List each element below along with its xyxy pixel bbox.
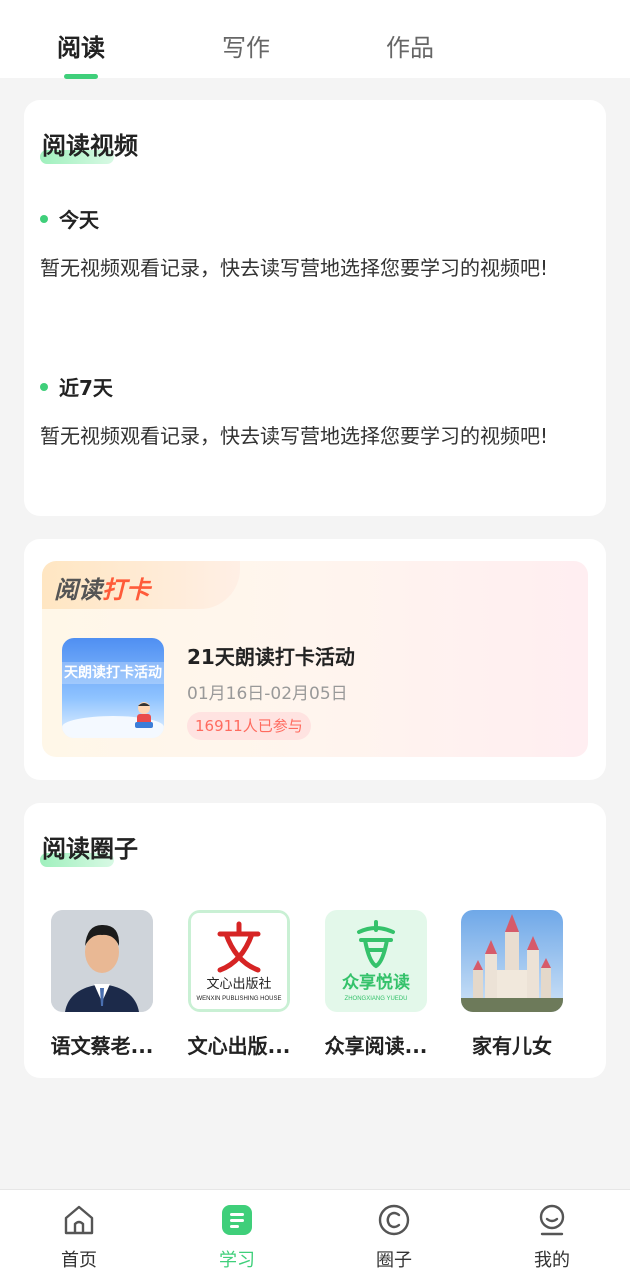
checkin-tag-text: 阅读打卡 [54, 570, 150, 605]
bullet-dot [40, 382, 48, 391]
study-icon [222, 1205, 252, 1235]
tab-writing[interactable]: 写作 [222, 28, 270, 63]
bullet-dot [40, 214, 48, 223]
group-header-today: 今天 [40, 204, 99, 233]
nav-study[interactable]: 学习 [197, 1202, 277, 1272]
reading-circle-card: 阅读圈子 语文蔡老... 文心出版社 WENXIN PUBLISHING HOU… [24, 803, 606, 1078]
home-icon [64, 1205, 94, 1235]
svg-text:WENXIN PUBLISHING HOUSE: WENXIN PUBLISHING HOUSE [196, 996, 281, 1002]
bottom-nav: 首页 学习 圈子 我的 [0, 1189, 630, 1280]
tab-works[interactable]: 作品 [386, 28, 434, 63]
tab-reading-label: 阅读 [57, 34, 105, 62]
activity-date-range: 01月16日-02月05日 [187, 684, 348, 704]
circle-item[interactable]: 文心出版社 WENXIN PUBLISHING HOUSE 文心出版... [188, 910, 290, 1058]
circle-name: 语文蔡老... [50, 1034, 154, 1058]
circle-name: 文心出版... [187, 1034, 291, 1058]
svg-text:文心出版社: 文心出版社 [206, 976, 271, 991]
group-label: 今天 [59, 208, 99, 232]
nav-circle[interactable]: 圈子 [354, 1202, 434, 1272]
nav-label: 学习 [219, 1250, 255, 1271]
group-label: 近7天 [59, 376, 113, 400]
checkin-tag: 阅读打卡 [42, 561, 240, 609]
checkin-tag-part2: 打卡 [102, 576, 150, 604]
person-avatar-icon [51, 910, 153, 1012]
svg-text:众享悦读: 众享悦读 [342, 972, 410, 993]
profile-icon [539, 1204, 565, 1236]
thumbnail-banner: 天朗读打卡活动 [62, 662, 164, 684]
section-title: 阅读视频 [42, 132, 138, 160]
top-tab-bar: 阅读 写作 作品 [0, 0, 630, 79]
activity-title: 21天朗读打卡活动 [187, 645, 355, 669]
castle-image-icon [461, 910, 563, 1012]
tab-works-label: 作品 [386, 34, 434, 62]
reading-video-card: 阅读视频 今天 暂无视频观看记录，快去读写营地选择您要学习的视频吧! 近7天 暂… [24, 100, 606, 516]
participant-count-badge: 16911人已参与 [187, 712, 311, 740]
empty-state-text: 暂无视频观看记录，快去读写营地选择您要学习的视频吧! [40, 424, 549, 448]
group-header-7days: 近7天 [40, 372, 113, 401]
child-reading-icon [135, 702, 153, 728]
nav-label: 圈子 [376, 1250, 412, 1271]
nav-home[interactable]: 首页 [39, 1202, 119, 1272]
circle-item[interactable]: 语文蔡老... [51, 910, 153, 1058]
circle-item[interactable]: 众享悦读 ZHONGXIANG YUEDU 众享阅读... [325, 910, 427, 1058]
circle-icon [378, 1204, 410, 1236]
active-tab-indicator [64, 74, 98, 79]
checkin-activity[interactable]: 阅读打卡 天朗读打卡活动 21天朗读打卡活动 01月16日-02月05日 169… [42, 561, 588, 757]
section-title: 阅读圈子 [42, 835, 138, 863]
svg-text:ZHONGXIANG YUEDU: ZHONGXIANG YUEDU [345, 996, 408, 1002]
tab-reading[interactable]: 阅读 [57, 28, 105, 79]
wenxin-publishing-logo-icon: 文心出版社 WENXIN PUBLISHING HOUSE [188, 910, 290, 1012]
zhongxiang-yuedu-logo-icon: 众享悦读 ZHONGXIANG YUEDU [325, 910, 427, 1012]
checkin-tag-part1: 阅读 [54, 576, 102, 604]
tab-writing-label: 写作 [222, 34, 270, 62]
nav-label: 首页 [61, 1250, 97, 1271]
activity-thumbnail: 天朗读打卡活动 [62, 638, 164, 738]
nav-label: 我的 [534, 1250, 570, 1271]
nav-profile[interactable]: 我的 [512, 1202, 592, 1272]
circle-item[interactable]: 家有儿女 [461, 910, 563, 1058]
reading-checkin-card: 阅读打卡 天朗读打卡活动 21天朗读打卡活动 01月16日-02月05日 169… [24, 539, 606, 780]
circle-name: 众享阅读... [324, 1034, 428, 1058]
empty-state-text: 暂无视频观看记录，快去读写营地选择您要学习的视频吧! [40, 256, 549, 280]
circle-name: 家有儿女 [472, 1034, 552, 1058]
